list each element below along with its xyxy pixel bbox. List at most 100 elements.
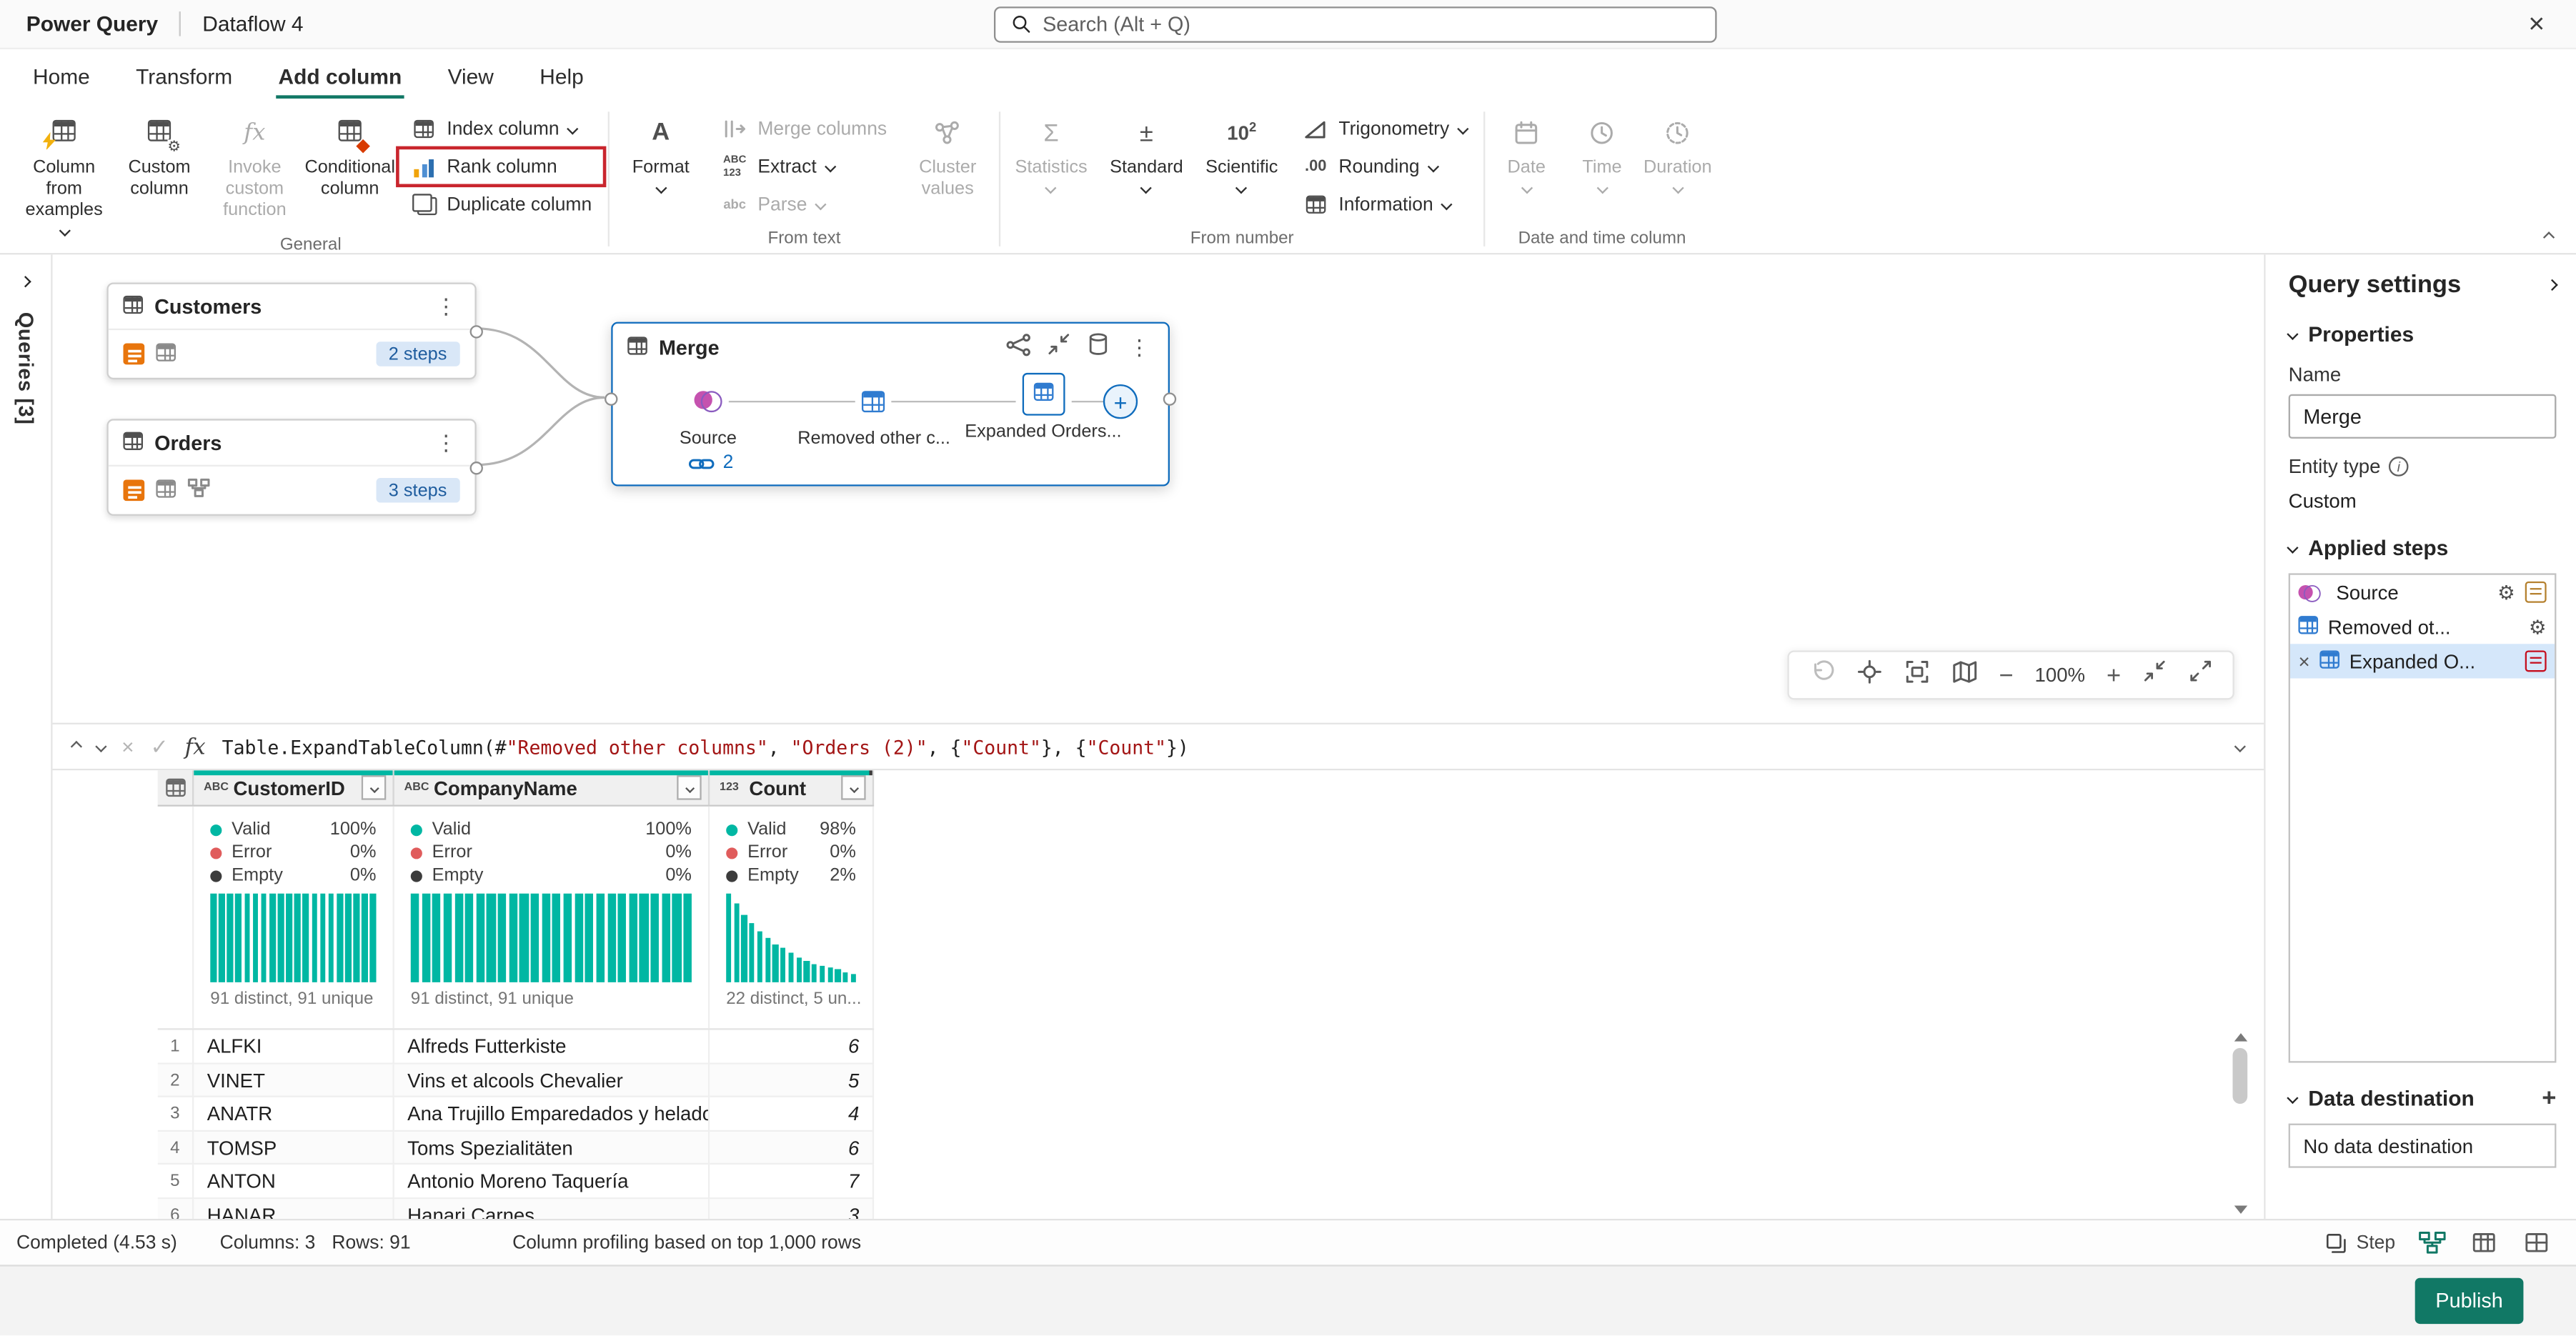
info-icon[interactable]: i bbox=[2389, 457, 2409, 477]
scrollbar-thumb[interactable] bbox=[2232, 1048, 2247, 1104]
next-step-icon[interactable] bbox=[95, 741, 106, 752]
publish-button[interactable]: Publish bbox=[2415, 1278, 2524, 1324]
undo-layout-icon[interactable] bbox=[1809, 658, 1835, 692]
input-port[interactable] bbox=[605, 392, 617, 405]
step-toggle-button[interactable]: Step bbox=[2325, 1231, 2395, 1254]
steps-badge[interactable]: 2 steps bbox=[375, 342, 459, 366]
column-header-count[interactable]: 123 Count bbox=[710, 770, 874, 804]
output-port[interactable] bbox=[470, 324, 483, 337]
cell-company-name[interactable]: Ana Trujillo Emparedados y helados bbox=[394, 1097, 710, 1131]
zoom-in-button[interactable]: + bbox=[2107, 663, 2121, 687]
tab-transform[interactable]: Transform bbox=[113, 49, 255, 102]
information-button[interactable]: Information bbox=[1289, 186, 1480, 224]
applied-step-removed-other-columns[interactable]: Removed ot... ⚙ bbox=[2290, 609, 2555, 644]
scroll-up-icon[interactable] bbox=[2234, 1033, 2247, 1041]
table-row[interactable]: 3ANATRAna Trujillo Emparedados y helados… bbox=[158, 1097, 874, 1131]
step-node-expanded-orders[interactable]: Expanded Orders... bbox=[965, 373, 1121, 442]
close-icon[interactable]: × bbox=[2514, 7, 2560, 40]
step-node-source[interactable]: Source bbox=[680, 379, 737, 449]
filter-button[interactable] bbox=[841, 775, 865, 799]
cell-count[interactable]: 5 bbox=[710, 1064, 874, 1097]
table-view-button[interactable] bbox=[2467, 1226, 2500, 1259]
standard-button[interactable]: ± Standard bbox=[1099, 105, 1194, 228]
column-profile-company-name[interactable]: Valid100% Error0% Empty0% 91 distinct, 9… bbox=[394, 807, 710, 1028]
cell-count[interactable]: 3 bbox=[710, 1198, 874, 1219]
data-source-icon[interactable] bbox=[1086, 331, 1110, 364]
column-header-customer-id[interactable]: ABC CustomerID bbox=[194, 770, 394, 804]
tab-help[interactable]: Help bbox=[517, 49, 607, 102]
rank-column-button[interactable]: Rank column bbox=[397, 148, 605, 186]
zoom-out-button[interactable]: − bbox=[1999, 663, 2013, 687]
expand-all-icon[interactable] bbox=[2188, 659, 2212, 692]
column-from-examples-button[interactable]: Column from examples bbox=[16, 105, 111, 234]
steps-badge[interactable]: 3 steps bbox=[375, 478, 459, 502]
column-type-icon[interactable]: ABC bbox=[204, 782, 227, 793]
query-card-merge[interactable]: Merge ⋮ bbox=[611, 322, 1170, 487]
select-all-corner[interactable] bbox=[158, 770, 194, 804]
tab-home[interactable]: Home bbox=[10, 49, 113, 102]
rounding-button[interactable]: .00 Rounding bbox=[1289, 148, 1480, 186]
related-queries-icon[interactable] bbox=[1005, 331, 1032, 365]
no-destination-box[interactable]: No data destination bbox=[2289, 1124, 2557, 1168]
add-step-button[interactable]: + bbox=[1103, 384, 1138, 419]
cell-customer-id[interactable]: TOMSP bbox=[194, 1131, 394, 1165]
expand-queries-pane-icon[interactable] bbox=[20, 276, 31, 287]
format-button[interactable]: A Format bbox=[613, 105, 708, 228]
data-source-settings-icon[interactable] bbox=[2525, 582, 2547, 603]
pan-icon[interactable] bbox=[1856, 658, 1882, 692]
value-distribution-chart[interactable] bbox=[210, 894, 376, 982]
collapse-ribbon-button[interactable] bbox=[2543, 231, 2555, 243]
column-header-company-name[interactable]: ABC CompanyName bbox=[394, 770, 710, 804]
table-row[interactable]: 4TOMSPToms Spezialitäten6 bbox=[158, 1131, 874, 1165]
value-distribution-chart[interactable] bbox=[726, 894, 856, 982]
column-profile-count[interactable]: Valid98% Error0% Empty2% 22 distinct, 5 … bbox=[710, 807, 874, 1028]
column-profile-customer-id[interactable]: Valid100% Error0% Empty0% 91 distinct, 9… bbox=[194, 807, 394, 1028]
cell-count[interactable]: 7 bbox=[710, 1165, 874, 1198]
value-distribution-chart[interactable] bbox=[411, 894, 692, 982]
cell-count[interactable]: 6 bbox=[710, 1131, 874, 1165]
cell-company-name[interactable]: Vins et alcools Chevalier bbox=[394, 1064, 710, 1097]
cell-company-name[interactable]: Antonio Moreno Taquería bbox=[394, 1165, 710, 1198]
cell-customer-id[interactable]: ANATR bbox=[194, 1097, 394, 1131]
index-column-button[interactable]: Index column bbox=[397, 110, 605, 148]
more-options-icon[interactable]: ⋮ bbox=[432, 429, 460, 456]
collapse-card-icon[interactable] bbox=[1047, 331, 1071, 364]
vertical-scrollbar[interactable] bbox=[2229, 1033, 2251, 1214]
linked-entities[interactable]: 2 bbox=[688, 454, 733, 474]
cell-company-name[interactable]: Alfreds Futterkiste bbox=[394, 1030, 710, 1064]
search-input[interactable] bbox=[1043, 12, 1700, 35]
applied-steps-section-header[interactable]: Applied steps bbox=[2289, 536, 2557, 560]
step-settings-gear-icon[interactable]: ⚙ bbox=[2497, 582, 2515, 602]
more-options-icon[interactable]: ⋮ bbox=[432, 293, 460, 319]
applied-step-source[interactable]: Source ⚙ bbox=[2290, 575, 2555, 609]
script-icon[interactable] bbox=[2525, 650, 2547, 672]
table-row[interactable]: 5ANTONAntonio Moreno Taquería7 bbox=[158, 1165, 874, 1198]
split-view-button[interactable] bbox=[2520, 1226, 2553, 1259]
zoom-level[interactable]: 100% bbox=[2035, 664, 2086, 687]
table-row[interactable]: 6HANARHanari Carnes3 bbox=[158, 1198, 874, 1219]
properties-section-header[interactable]: Properties bbox=[2289, 322, 2557, 347]
extract-button[interactable]: ABC123 Extract bbox=[708, 148, 900, 186]
scroll-down-icon[interactable] bbox=[2234, 1206, 2247, 1214]
step-settings-gear-icon[interactable]: ⚙ bbox=[2529, 617, 2547, 637]
tab-add-column[interactable]: Add column bbox=[255, 49, 424, 102]
add-destination-button[interactable]: + bbox=[2542, 1086, 2556, 1110]
previous-step-icon[interactable] bbox=[71, 741, 82, 752]
name-input[interactable]: Merge bbox=[2289, 394, 2557, 439]
cell-customer-id[interactable]: ANTON bbox=[194, 1165, 394, 1198]
diagram-view-button[interactable] bbox=[2415, 1226, 2448, 1259]
trigonometry-button[interactable]: Trigonometry bbox=[1289, 110, 1480, 148]
expand-formula-bar-icon[interactable] bbox=[2234, 741, 2246, 752]
queries-pane-label[interactable]: Queries [3] bbox=[14, 312, 37, 425]
diagram-canvas[interactable]: Customers ⋮ 2 steps Orders ⋮ bbox=[53, 254, 2264, 722]
minimap-icon[interactable] bbox=[1951, 658, 1978, 692]
filter-button[interactable] bbox=[362, 775, 386, 799]
cell-count[interactable]: 6 bbox=[710, 1030, 874, 1064]
cell-company-name[interactable]: Toms Spezialitäten bbox=[394, 1131, 710, 1165]
collapse-settings-icon[interactable] bbox=[2547, 279, 2558, 291]
document-title[interactable]: Dataflow 4 bbox=[202, 11, 303, 36]
cell-customer-id[interactable]: VINET bbox=[194, 1064, 394, 1097]
delete-step-icon[interactable]: × bbox=[2298, 652, 2309, 672]
status-profiling[interactable]: Column profiling based on top 1,000 rows bbox=[512, 1232, 861, 1252]
conditional-column-button[interactable]: Conditional column bbox=[302, 105, 397, 234]
